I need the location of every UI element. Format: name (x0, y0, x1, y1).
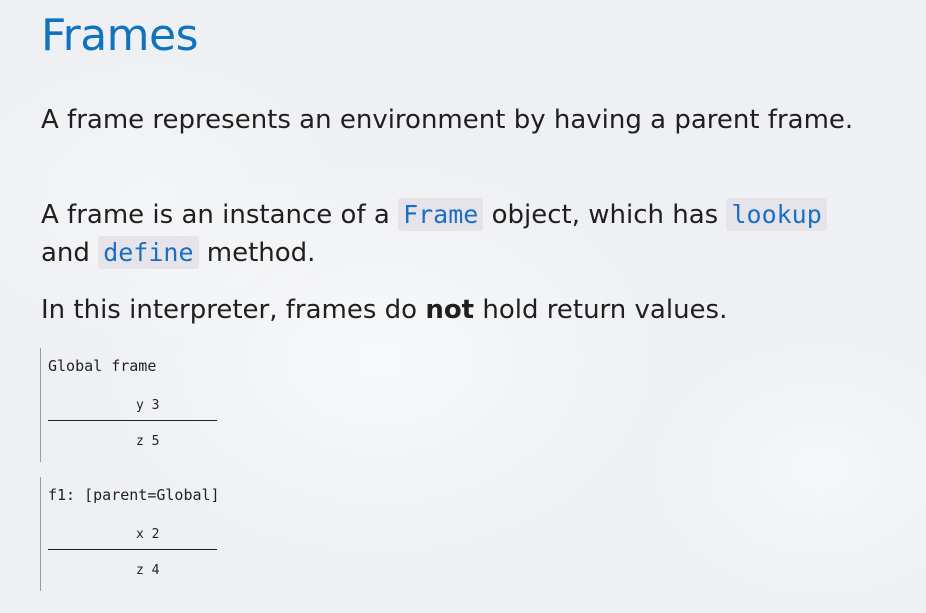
frame-binding: y 3 (136, 398, 160, 413)
frame-box-global: Global frame y 3 z 5 (40, 348, 221, 462)
text-segment: In this interpreter, frames do (41, 295, 426, 325)
frame-binding: z 5 (136, 434, 160, 449)
inline-code-define: define (98, 236, 199, 269)
binding-divider (48, 549, 217, 550)
text-segment: method. (198, 238, 316, 268)
frame-title: f1: [parent=Global] (48, 486, 220, 504)
paragraph-frame-instance: A frame is an instance of a Frame object… (41, 196, 861, 272)
emphasis-not: not (425, 295, 475, 325)
frame-title: Global frame (48, 357, 157, 375)
text-segment: object, which has (483, 200, 727, 230)
text-segment: A frame is an instance of a (41, 200, 399, 230)
inline-code-lookup: lookup (726, 198, 827, 231)
page-title: Frames (41, 10, 199, 61)
frame-binding: z 4 (136, 563, 160, 578)
paragraph-frame-definition: A frame represents an environment by hav… (41, 105, 854, 135)
paragraph-return-values: In this interpreter, frames do not hold … (41, 291, 861, 329)
frame-binding: x 2 (136, 527, 160, 542)
binding-divider (48, 420, 217, 421)
text-segment: hold return values. (474, 295, 728, 325)
frame-box-f1: f1: [parent=Global] x 2 z 4 (40, 477, 221, 591)
inline-code-frame: Frame (398, 198, 484, 231)
text-segment: and (41, 238, 99, 268)
